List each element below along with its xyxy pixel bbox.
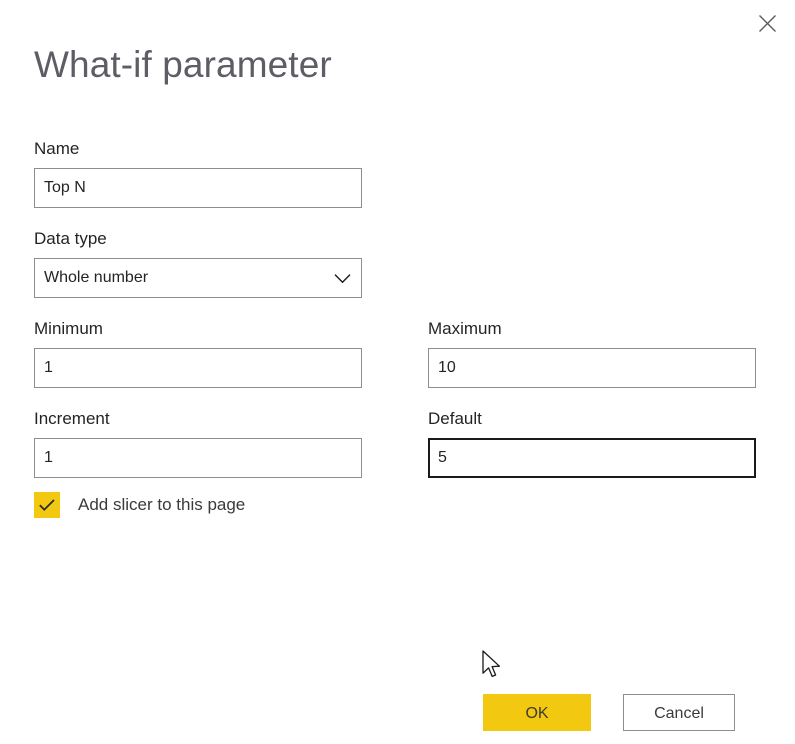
- default-label: Default: [428, 409, 482, 428]
- field-minimum: Minimum: [34, 318, 362, 388]
- ok-button[interactable]: OK: [483, 694, 591, 731]
- field-data-type: Data type Whole number: [34, 228, 362, 298]
- field-maximum: Maximum: [428, 318, 756, 388]
- parameter-form: Name Data type Whole number Minimum: [34, 138, 756, 518]
- maximum-input[interactable]: [428, 348, 756, 388]
- dialog-title: What-if parameter: [34, 44, 332, 85]
- close-dialog-button[interactable]: [745, 5, 789, 41]
- data-type-dropdown[interactable]: Whole number: [34, 258, 362, 298]
- checkmark-icon: [38, 498, 56, 512]
- name-input[interactable]: [34, 168, 362, 208]
- increment-input[interactable]: [34, 438, 362, 478]
- field-default: Default: [428, 408, 756, 478]
- maximum-label: Maximum: [428, 319, 502, 338]
- name-label: Name: [34, 139, 80, 158]
- minimum-label: Minimum: [34, 319, 103, 338]
- cancel-button[interactable]: Cancel: [623, 694, 735, 731]
- default-input[interactable]: [428, 438, 756, 478]
- what-if-parameter-dialog: What-if parameter Name Data type Whole n…: [0, 0, 795, 744]
- add-slicer-checkbox[interactable]: [34, 492, 60, 518]
- field-increment: Increment: [34, 408, 362, 478]
- minimum-input[interactable]: [34, 348, 362, 388]
- increment-label: Increment: [34, 409, 110, 428]
- row-min-max: Minimum Maximum: [34, 318, 756, 388]
- close-icon: [758, 14, 777, 33]
- data-type-label: Data type: [34, 229, 107, 248]
- row-increment-default: Increment Default: [34, 408, 756, 478]
- mouse-pointer-icon: [481, 650, 503, 682]
- add-slicer-checkbox-row[interactable]: Add slicer to this page: [34, 492, 245, 518]
- data-type-selected-value: Whole number: [34, 258, 362, 298]
- dialog-footer: OK Cancel: [0, 694, 795, 732]
- add-slicer-label: Add slicer to this page: [78, 495, 246, 514]
- field-name: Name: [34, 138, 362, 208]
